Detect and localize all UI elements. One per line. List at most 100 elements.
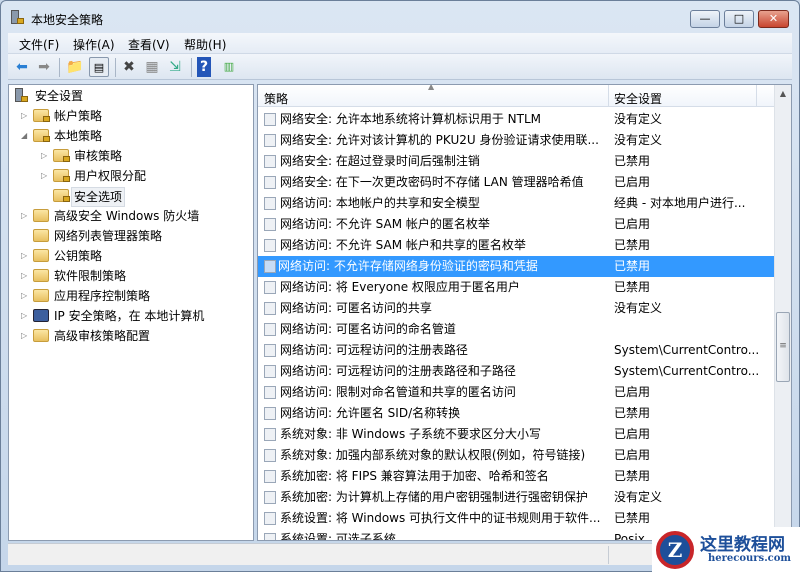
column-divider[interactable] [608,85,609,107]
export-list-icon[interactable]: ⇲ [165,57,185,77]
policy-icon [264,491,276,504]
tree-item-label: IP 安全策略，在 本地计算机 [54,309,205,323]
policy-setting: 没有定义 [614,112,663,126]
status-divider [608,546,609,564]
window-title: 本地安全策略 [31,13,104,27]
tree-item[interactable]: ▷ 审核策略 [9,147,249,165]
policy-row[interactable]: 网络访问: 不允许存储网络身份验证的密码和凭据 已禁用 [258,256,776,277]
tree-item-label: 软件限制策略 [54,269,127,283]
tree-item[interactable]: ▷ IP 安全策略，在 本地计算机 [9,307,249,325]
policy-row[interactable]: 网络访问: 将 Everyone 权限应用于匿名用户 已禁用 [258,277,776,298]
menu-file[interactable]: 文件(F) [19,36,59,53]
expand-icon[interactable]: ▷ [21,327,29,345]
scrollbar-thumb[interactable]: ≡ [776,312,790,382]
tree-item-label: 网络列表管理器策略 [54,229,163,243]
policy-row[interactable]: 网络访问: 本地帐户的共享和安全模型 经典 - 对本地用户进行... [258,193,776,214]
vertical-scrollbar[interactable]: ▲ ≡ [774,85,791,540]
menu-view[interactable]: 查看(V) [128,36,170,53]
title-bar[interactable]: 本地安全策略 — □ ✕ [1,1,799,33]
policy-icon [264,176,276,189]
back-icon[interactable]: ⬅ [12,57,32,77]
close-button[interactable]: ✕ [758,10,789,28]
maximize-button[interactable]: □ [724,10,754,28]
policy-icon [264,323,276,336]
policy-row[interactable]: 系统对象: 非 Windows 子系统不要求区分大小写 已启用 [258,424,776,445]
console-tree-icon[interactable]: ▤ [89,57,109,77]
policy-name: 网络访问: 不允许 SAM 帐户的匿名枚举 [280,217,490,231]
up-folder-icon[interactable]: 📁 [65,57,85,77]
tree-item[interactable]: ▷ 应用程序控制策略 [9,287,249,305]
menu-action[interactable]: 操作(A) [73,36,115,53]
policy-setting: 已禁用 [614,406,651,420]
policy-row[interactable]: 网络访问: 可匿名访问的共享 没有定义 [258,298,776,319]
policy-row[interactable]: 网络访问: 允许匿名 SID/名称转换 已禁用 [258,403,776,424]
policy-name: 系统对象: 非 Windows 子系统不要求区分大小写 [280,427,542,441]
delete-icon[interactable]: ✖ [119,57,139,77]
policy-row[interactable]: 系统加密: 将 FIPS 兼容算法用于加密、哈希和签名 已禁用 [258,466,776,487]
scroll-up-icon[interactable]: ▲ [775,89,791,98]
policy-setting: 已启用 [614,217,651,231]
tree-item[interactable]: 网络列表管理器策略 [9,227,249,245]
toolbar-separator [115,58,116,77]
tree-item[interactable]: ◢ 本地策略 [9,127,249,145]
tree-item-label: 帐户策略 [54,109,103,123]
policy-name: 网络访问: 可远程访问的注册表路径 [280,343,468,357]
expand-icon[interactable]: ▷ [21,267,29,285]
policy-name: 网络安全: 在下一次更改密码时不存储 LAN 管理器哈希值 [280,175,584,189]
expand-icon[interactable]: ▷ [41,167,49,185]
expand-icon[interactable]: ▷ [21,307,29,325]
action-pane-icon[interactable]: ▥ [219,57,239,77]
tree-item-label: 应用程序控制策略 [54,289,151,303]
properties-icon[interactable]: ▦ [142,57,162,77]
policy-setting: 经典 - 对本地用户进行... [614,196,746,210]
policy-row[interactable]: 系统设置: 将 Windows 可执行文件中的证书规则用于软件... 已禁用 [258,508,776,529]
tree-item[interactable]: ▷ 帐户策略 [9,107,249,125]
expand-icon[interactable]: ▷ [41,147,49,165]
column-divider[interactable] [756,85,757,107]
column-header-policy[interactable]: 策略 [264,90,288,107]
policy-icon [264,512,276,525]
tree-item[interactable]: 安全选项 [9,187,249,207]
expand-icon[interactable]: ▷ [21,247,29,265]
tree-item[interactable]: ▷ 软件限制策略 [9,267,249,285]
policy-row[interactable]: 系统对象: 加强内部系统对象的默认权限(例如，符号链接) 已启用 [258,445,776,466]
folder-icon [33,209,49,222]
tree-item[interactable]: ▷ 公钥策略 [9,247,249,265]
policy-row[interactable]: 网络安全: 允许对该计算机的 PKU2U 身份验证请求使用联... 没有定义 [258,130,776,151]
tree-label: 安全设置 [35,89,84,103]
toolbar-separator [59,58,60,77]
policy-name: 网络访问: 可远程访问的注册表路径和子路径 [280,364,516,378]
policy-row[interactable]: 网络访问: 不允许 SAM 帐户的匿名枚举 已启用 [258,214,776,235]
expand-icon[interactable]: ▷ [21,207,29,225]
policy-row[interactable]: 网络访问: 限制对命名管道和共享的匿名访问 已启用 [258,382,776,403]
policy-row[interactable]: 网络访问: 可远程访问的注册表路径 System\CurrentContro... [258,340,776,361]
help-icon[interactable]: ? [197,57,211,77]
ip-security-icon [33,309,49,322]
policy-row[interactable]: 网络访问: 不允许 SAM 帐户和共享的匿名枚举 已禁用 [258,235,776,256]
menu-help[interactable]: 帮助(H) [184,36,226,53]
policy-row[interactable]: 系统加密: 为计算机上存储的用户密钥强制进行强密钥保护 没有定义 [258,487,776,508]
expand-icon[interactable]: ▷ [21,107,29,125]
policy-setting: 没有定义 [614,490,663,504]
forward-icon[interactable]: ➡ [34,57,54,77]
collapse-icon[interactable]: ◢ [21,127,29,145]
policy-row[interactable]: 网络安全: 允许本地系统将计算机标识用于 NTLM 没有定义 [258,109,776,130]
expand-icon[interactable]: ▷ [21,287,29,305]
policy-row[interactable]: 网络访问: 可远程访问的注册表路径和子路径 System\CurrentContr… [258,361,776,382]
tree-item[interactable]: ▷ 用户权限分配 [9,167,249,185]
tree-item[interactable]: ▷ 高级审核策略配置 [9,327,249,345]
policy-row[interactable]: 网络安全: 在超过登录时间后强制注销 已禁用 [258,151,776,172]
policy-row[interactable]: 网络访问: 可匿名访问的命名管道 [258,319,776,340]
policy-icon [264,281,276,294]
policy-setting: 已禁用 [614,511,651,525]
policy-name: 网络安全: 允许对该计算机的 PKU2U 身份验证请求使用联... [280,133,599,147]
folder-icon [33,289,49,302]
policy-setting: 已禁用 [614,154,651,168]
policy-name: 系统设置: 将 Windows 可执行文件中的证书规则用于软件... [280,511,601,525]
policy-row[interactable]: 网络安全: 在下一次更改密码时不存储 LAN 管理器哈希值 已启用 [258,172,776,193]
tree-item[interactable]: ▷ 高级安全 Windows 防火墙 [9,207,249,225]
column-header-setting[interactable]: 安全设置 [614,90,662,107]
minimize-button[interactable]: — [690,10,720,28]
policy-setting: 已禁用 [614,259,651,273]
folder-icon [33,269,49,282]
